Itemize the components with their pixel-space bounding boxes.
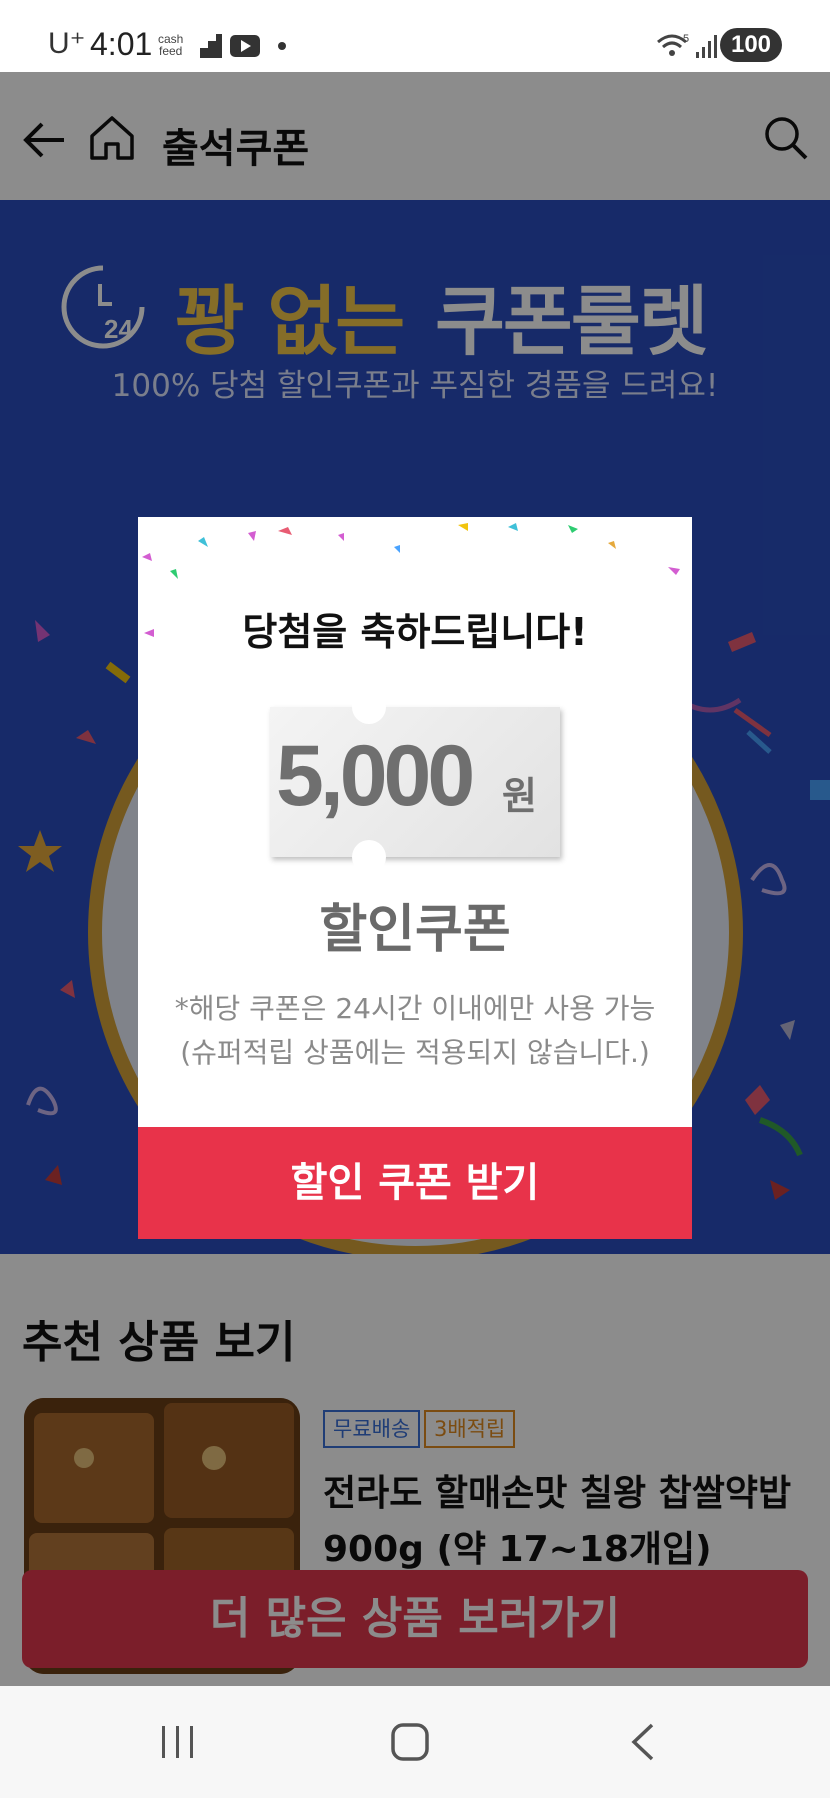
cashfeed-notification-icon: cash feed <box>158 32 184 58</box>
back-icon[interactable] <box>628 1722 658 1762</box>
wifi-icon <box>657 34 687 56</box>
terms-line-1: *해당 쿠폰은 24시간 이내에만 사용 가능 <box>174 992 656 1025</box>
terms-line-2: (슈퍼적립 상품에는 적용되지 않습니다.) <box>180 1036 650 1069</box>
get-coupon-button[interactable]: 할인 쿠폰 받기 <box>138 1127 692 1239</box>
wifi-signal-icons: 5 <box>657 33 717 58</box>
network-label: 5 <box>683 33 689 45</box>
coupon-unit: 원 <box>502 774 537 818</box>
signal-icon <box>696 35 717 58</box>
ticket-notch-top <box>352 690 386 724</box>
carrier-label: U⁺ <box>48 27 86 60</box>
battery-indicator: 100 <box>720 28 782 62</box>
coupon-terms: *해당 쿠폰은 24시간 이내에만 사용 가능 (슈퍼적립 상품에는 적용되지 … <box>138 987 692 1075</box>
ticket-notch-bottom <box>352 840 386 874</box>
recent-apps-icon[interactable] <box>158 1724 198 1760</box>
dialog-title: 당첨을 축하드립니다! <box>242 610 588 654</box>
clock: 4:01 <box>90 26 153 62</box>
notification-icons <box>200 34 286 58</box>
stairs-icon <box>200 34 222 58</box>
home-button-icon[interactable] <box>390 1722 430 1762</box>
coupon-win-dialog: 당첨을 축하드립니다! 5,000 원 할인쿠폰 *해당 쿠폰은 24시간 이내… <box>138 517 692 1239</box>
system-nav-bar <box>0 1686 830 1798</box>
coupon-ticket: 5,000 원 <box>270 690 560 874</box>
youtube-icon <box>230 35 260 57</box>
dot-icon <box>278 42 286 50</box>
coupon-amount: 5,000 <box>276 728 475 824</box>
coupon-type: 할인쿠폰 <box>319 900 511 960</box>
